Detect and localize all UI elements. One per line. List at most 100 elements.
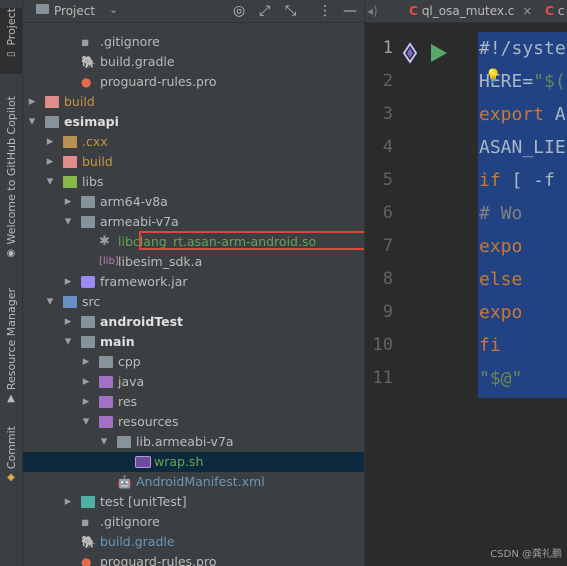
code-line: expo — [479, 302, 523, 323]
chevron-right-icon[interactable]: ▸ — [63, 492, 73, 512]
tab-label: c — [557, 4, 565, 18]
chevron-down-icon[interactable]: ▾ — [81, 412, 91, 432]
project-icon: ▭ — [6, 48, 16, 60]
copilot-tool-tab[interactable]: Welcome to GitHub Copilot ◉ — [0, 96, 22, 262]
locate-file-icon[interactable]: ◎ — [233, 3, 245, 19]
tree-item-label: wrap.sh — [154, 454, 204, 469]
chevron-down-icon[interactable]: ▾ — [63, 212, 73, 232]
tree-item[interactable]: 🤖 AndroidManifest.xml — [23, 472, 364, 492]
tree-item[interactable]: ▸ build — [23, 152, 364, 172]
tree-item[interactable]: ▪ .gitignore — [23, 512, 364, 532]
line-number: 5 — [382, 170, 393, 190]
hide-panel-icon[interactable]: — — [343, 3, 357, 19]
chevron-down-icon[interactable]: ⌄ — [109, 3, 118, 16]
tree-item-label: .gitignore — [100, 34, 160, 49]
tree-item[interactable]: ▸ androidTest — [23, 312, 364, 332]
tree-item[interactable]: 🐘 build.gradle — [23, 52, 364, 72]
tab-divider — [365, 22, 567, 23]
tree-item[interactable]: ● proguard-rules.pro — [23, 72, 364, 92]
tree-item[interactable]: ▸ test [unitTest] — [23, 492, 364, 512]
chevron-right-icon[interactable]: ▸ — [81, 352, 91, 372]
run-icon[interactable] — [400, 41, 456, 65]
collapse-all-icon[interactable]: ⤡ — [285, 3, 296, 19]
tab-next-file[interactable]: Cc — [545, 0, 564, 22]
tree-item[interactable]: ▾ libs — [23, 172, 364, 192]
options-menu-icon[interactable]: ⋮ — [318, 3, 332, 19]
tree-item[interactable]: wrap.sh — [23, 452, 364, 472]
tree-item[interactable]: ▸ build — [23, 92, 364, 112]
expand-all-icon[interactable]: ⤢ — [259, 3, 270, 19]
tree-item[interactable]: 🐘 build.gradle — [23, 532, 364, 552]
commit-tool-label: Commit — [4, 426, 18, 470]
folder-icon — [99, 396, 113, 408]
tab-ql-osa-mutex[interactable]: Cql_osa_mutex.c × — [409, 0, 532, 22]
tree-item[interactable]: ▸ arm64-v8a — [23, 192, 364, 212]
code-editor: ◂) Cql_osa_mutex.c × Cc 1 2 3 4 5 6 7 8 9 10 11 #!… — [364, 0, 567, 566]
tree-item[interactable]: ▸ cpp — [23, 352, 364, 372]
tree-item[interactable]: ▾ src — [23, 292, 364, 312]
tree-item[interactable]: ▸ res — [23, 392, 364, 412]
tree-item[interactable]: ▾ resources — [23, 412, 364, 432]
tree-item[interactable]: [lib] libesim_sdk.a — [23, 252, 364, 272]
tab-label: ql_osa_mutex.c — [421, 4, 515, 18]
chevron-right-icon[interactable]: ▸ — [45, 132, 55, 152]
chevron-down-icon[interactable]: ▾ — [99, 432, 109, 452]
close-icon[interactable]: × — [522, 4, 532, 18]
tree-item-label: build — [64, 94, 95, 109]
tree-item-label: test [unitTest] — [100, 494, 187, 509]
tree-item-label: resources — [118, 414, 179, 429]
code-line: expo — [479, 236, 523, 257]
tree-item-label: AndroidManifest.xml — [136, 474, 265, 489]
chevron-down-icon[interactable]: ▾ — [45, 172, 55, 192]
code-area[interactable]: #!/syste HERE="$(export A ASAN_LIE if [ -f … — [479, 32, 566, 395]
chevron-down-icon[interactable]: ▾ — [63, 332, 73, 352]
chevron-right-icon[interactable]: ▸ — [63, 192, 73, 212]
tree-item[interactable]: ▾ lib.armeabi-v7a — [23, 432, 364, 452]
tree-item-label: build — [82, 154, 113, 169]
tree-item-label: esimapi — [64, 114, 119, 129]
tree-item[interactable]: ● proguard-rules.pro — [23, 552, 364, 566]
tree-item[interactable]: ▪ .gitignore — [23, 32, 364, 52]
project-tool-tab[interactable]: Project ▭ — [0, 8, 22, 74]
project-view-selector[interactable]: Project — [54, 4, 95, 18]
tree-item[interactable]: ▾ armeabi-v7a — [23, 212, 364, 232]
line-number-gutter: 1 2 3 4 5 6 7 8 9 10 11 — [365, 32, 475, 395]
chevron-right-icon[interactable]: ▸ — [27, 92, 37, 112]
c-file-icon: C — [545, 4, 554, 18]
tree-item-label: libesim_sdk.a — [118, 254, 203, 269]
line-number: 9 — [382, 302, 393, 322]
chevron-right-icon[interactable]: ▸ — [81, 372, 91, 392]
tab-overflow-arrows[interactable]: ◂) — [367, 0, 378, 22]
run-gutter-icons[interactable] — [400, 41, 456, 69]
line-number: 10 — [372, 335, 393, 355]
tree-item[interactable]: ▸ java — [23, 372, 364, 392]
source-folder-icon — [63, 296, 77, 308]
tree-item-label: cpp — [118, 354, 141, 369]
tree-item-label: framework.jar — [100, 274, 188, 289]
chevron-down-icon[interactable]: ▾ — [45, 292, 55, 312]
chevron-right-icon[interactable]: ▸ — [81, 392, 91, 412]
module-icon — [45, 116, 59, 128]
chevron-right-icon[interactable]: ▸ — [45, 152, 55, 172]
resource-manager-label: Resource Manager — [4, 288, 18, 391]
folder-icon — [63, 176, 77, 188]
c-file-icon: C — [409, 4, 418, 18]
folder-icon — [45, 96, 59, 108]
line-number: 11 — [372, 368, 393, 388]
code-line: export A — [479, 104, 566, 125]
tree-item[interactable]: ▾ main — [23, 332, 364, 352]
test-folder-icon — [81, 496, 95, 508]
chevron-down-icon[interactable]: ▾ — [27, 112, 37, 132]
commit-tool-tab[interactable]: Commit ◆ — [0, 426, 22, 483]
tree-item[interactable]: ▸ .cxx — [23, 132, 364, 152]
tree-item[interactable]: ▸ framework.jar — [23, 272, 364, 292]
code-line: #!/syste — [479, 38, 566, 59]
resource-manager-icon: ▲ — [7, 393, 15, 405]
intention-bulb-icon[interactable]: 💡 — [485, 69, 501, 84]
chevron-right-icon[interactable]: ▸ — [63, 312, 73, 332]
resource-manager-tab[interactable]: Resource Manager ▲ — [0, 288, 22, 404]
chevron-right-icon[interactable]: ▸ — [63, 272, 73, 292]
tree-item-label: arm64-v8a — [100, 194, 168, 209]
tree-item[interactable]: ▾ esimapi — [23, 112, 364, 132]
folder-icon — [99, 356, 113, 368]
